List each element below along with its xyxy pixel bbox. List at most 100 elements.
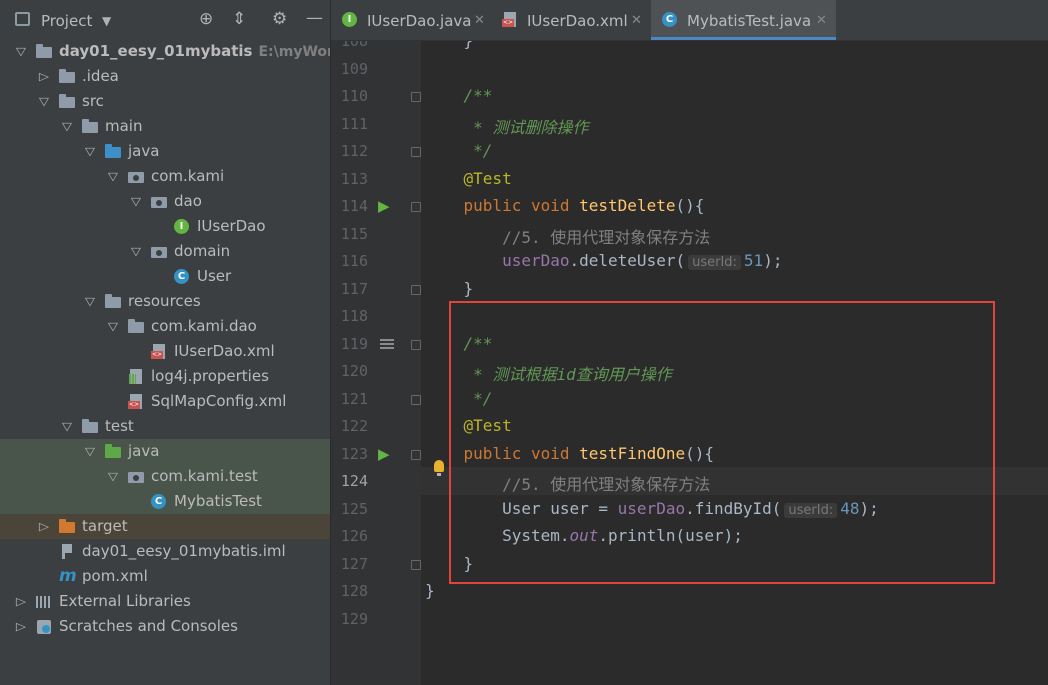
editor-gutter: 108 109 110 111 112 113 114 115 116 117 118 119 120 1… <box>331 41 421 685</box>
lightbulb-icon[interactable] <box>434 460 444 476</box>
code-line[interactable]: @Test <box>425 169 512 188</box>
collapse-all-icon[interactable]: ⇕ <box>232 11 246 28</box>
tab-iuserdao-xml[interactable]: IUserDao.xml ✕ <box>491 0 651 40</box>
tab-label: IUserDao.java <box>367 12 472 30</box>
maven-icon: m <box>59 566 77 586</box>
tree-item[interactable]: C User <box>0 264 330 289</box>
chevron-down-icon[interactable]: ▽ <box>105 164 122 189</box>
module-path: E:\myWork\W <box>258 44 330 60</box>
doc-comment-icon[interactable] <box>380 338 394 351</box>
chevron-down-icon[interactable]: ▽ <box>105 314 122 339</box>
chevron-right-icon[interactable]: ▷ <box>13 614 30 639</box>
chevron-down-icon[interactable]: ▽ <box>59 414 76 439</box>
fold-marker-icon[interactable] <box>411 202 421 212</box>
run-test-icon[interactable]: ▶ <box>378 445 390 463</box>
chevron-down-icon[interactable]: ▽ <box>82 439 99 464</box>
code-line[interactable]: } <box>425 581 435 600</box>
tree-item[interactable]: ▽ java <box>0 139 330 164</box>
tree-item[interactable]: ▷ Scratches and Consoles <box>0 614 330 639</box>
chevron-down-icon[interactable]: ▽ <box>105 464 122 489</box>
tree-item[interactable]: log4j.properties <box>0 364 330 389</box>
xml-file-icon <box>128 394 144 409</box>
tree-item[interactable]: ▽ dao <box>0 189 330 214</box>
fold-marker-icon[interactable] <box>411 394 421 405</box>
fold-marker-icon[interactable] <box>411 92 421 102</box>
tree-item-label: target <box>82 517 128 535</box>
tree-item-label: day01_eesy_01mybatis.iml <box>82 542 286 560</box>
chevron-down-icon[interactable]: ▽ <box>13 39 30 64</box>
tree-item[interactable]: m pom.xml <box>0 564 330 589</box>
chevron-down-icon[interactable]: ▽ <box>82 139 99 164</box>
project-panel-header: Project ▼ ⊕ ⇕ ⚙ — <box>0 0 330 40</box>
run-test-icon[interactable]: ▶ <box>378 197 390 215</box>
code-line[interactable]: /** <box>425 86 493 105</box>
line-number: 109 <box>340 59 368 78</box>
tree-item[interactable]: SqlMapConfig.xml <box>0 389 330 414</box>
tree-item[interactable]: C MybatisTest <box>0 489 330 514</box>
tree-item[interactable]: day01_eesy_01mybatis.iml <box>0 539 330 564</box>
line-number: 113 <box>340 169 368 188</box>
code-line[interactable]: * 测试删除操作 <box>425 114 588 138</box>
fold-marker-icon[interactable] <box>411 449 421 460</box>
code-line[interactable]: } <box>425 279 474 298</box>
tree-item[interactable]: ▽ com.kami.test <box>0 464 330 489</box>
chevron-down-icon[interactable]: ▽ <box>36 89 53 114</box>
line-number: 116 <box>340 252 368 270</box>
code-line[interactable]: */ <box>425 141 492 160</box>
line-number: 127 <box>340 554 368 573</box>
folder-icon <box>59 94 75 109</box>
line-number: 119 <box>340 334 368 353</box>
tree-item[interactable]: ▽ test <box>0 414 330 439</box>
tree-item-label: domain <box>174 242 231 260</box>
tree-item[interactable]: IUserDao.xml <box>0 339 330 364</box>
tab-iuserdao-java[interactable]: I IUserDao.java ✕ <box>331 0 491 40</box>
tree-item[interactable]: ▷ target <box>0 514 330 539</box>
chevron-right-icon[interactable]: ▷ <box>13 589 30 614</box>
fold-marker-icon[interactable] <box>411 339 421 350</box>
chevron-down-icon[interactable]: ▽ <box>128 239 145 264</box>
close-icon[interactable]: ✕ <box>474 0 485 42</box>
tree-item-label: pom.xml <box>82 567 148 585</box>
chevron-down-icon[interactable]: ▽ <box>59 114 76 139</box>
tree-item-label: IUserDao.xml <box>174 342 275 360</box>
chevron-down-icon[interactable]: ▼ <box>102 13 111 30</box>
tree-item[interactable]: ▷ External Libraries <box>0 589 330 614</box>
fold-marker-icon[interactable] <box>411 284 421 295</box>
locate-file-icon[interactable]: ⊕ <box>199 11 213 28</box>
tree-item[interactable]: ▽ com.kami.dao <box>0 314 330 339</box>
interface-icon: I <box>342 12 357 27</box>
tree-item[interactable]: ▷ .idea <box>0 64 330 89</box>
project-view-selector[interactable]: Project <box>41 12 92 30</box>
close-icon[interactable]: ✕ <box>816 0 827 42</box>
tree-item-label: com.kami <box>151 167 225 185</box>
code-line[interactable]: public void testDelete(){ <box>425 196 705 215</box>
hide-panel-icon[interactable]: — <box>306 10 323 27</box>
tree-item[interactable]: I IUserDao <box>0 214 330 239</box>
gear-icon[interactable]: ⚙ <box>272 11 287 28</box>
line-number: 126 <box>340 527 368 545</box>
code-line[interactable]: userDao.deleteUser(userId: 51); <box>425 251 782 270</box>
tree-item[interactable]: ▽ src <box>0 89 330 114</box>
tree-item[interactable]: ▽ main <box>0 114 330 139</box>
line-number: 125 <box>340 499 368 518</box>
tree-item-label: Scratches and Consoles <box>59 617 238 635</box>
chevron-right-icon[interactable]: ▷ <box>36 514 53 539</box>
fold-marker-icon[interactable] <box>411 147 421 157</box>
tree-item[interactable]: ▽ day01_eesy_01mybatisE:\myWork\W <box>0 39 330 64</box>
tree-item-label: src <box>82 92 104 110</box>
close-icon[interactable]: ✕ <box>631 0 642 42</box>
chevron-down-icon[interactable]: ▽ <box>82 289 99 314</box>
chevron-down-icon[interactable]: ▽ <box>128 189 145 214</box>
tree-item[interactable]: ▽ com.kami <box>0 164 330 189</box>
chevron-right-icon[interactable]: ▷ <box>36 64 53 89</box>
line-number: 110 <box>340 87 368 105</box>
code-line[interactable]: } <box>425 41 474 50</box>
tab-label: MybatisTest.java <box>687 12 812 30</box>
fold-marker-icon[interactable] <box>411 559 421 570</box>
code-line[interactable]: //5. 使用代理对象保存方法 <box>425 224 710 248</box>
line-number: 123 <box>340 444 368 463</box>
tree-item[interactable]: ▽ domain <box>0 239 330 264</box>
tab-mybatistest-java[interactable]: C MybatisTest.java ✕ <box>651 0 836 40</box>
tree-item[interactable]: ▽ java <box>0 439 330 464</box>
tree-item[interactable]: ▽ resources <box>0 289 330 314</box>
